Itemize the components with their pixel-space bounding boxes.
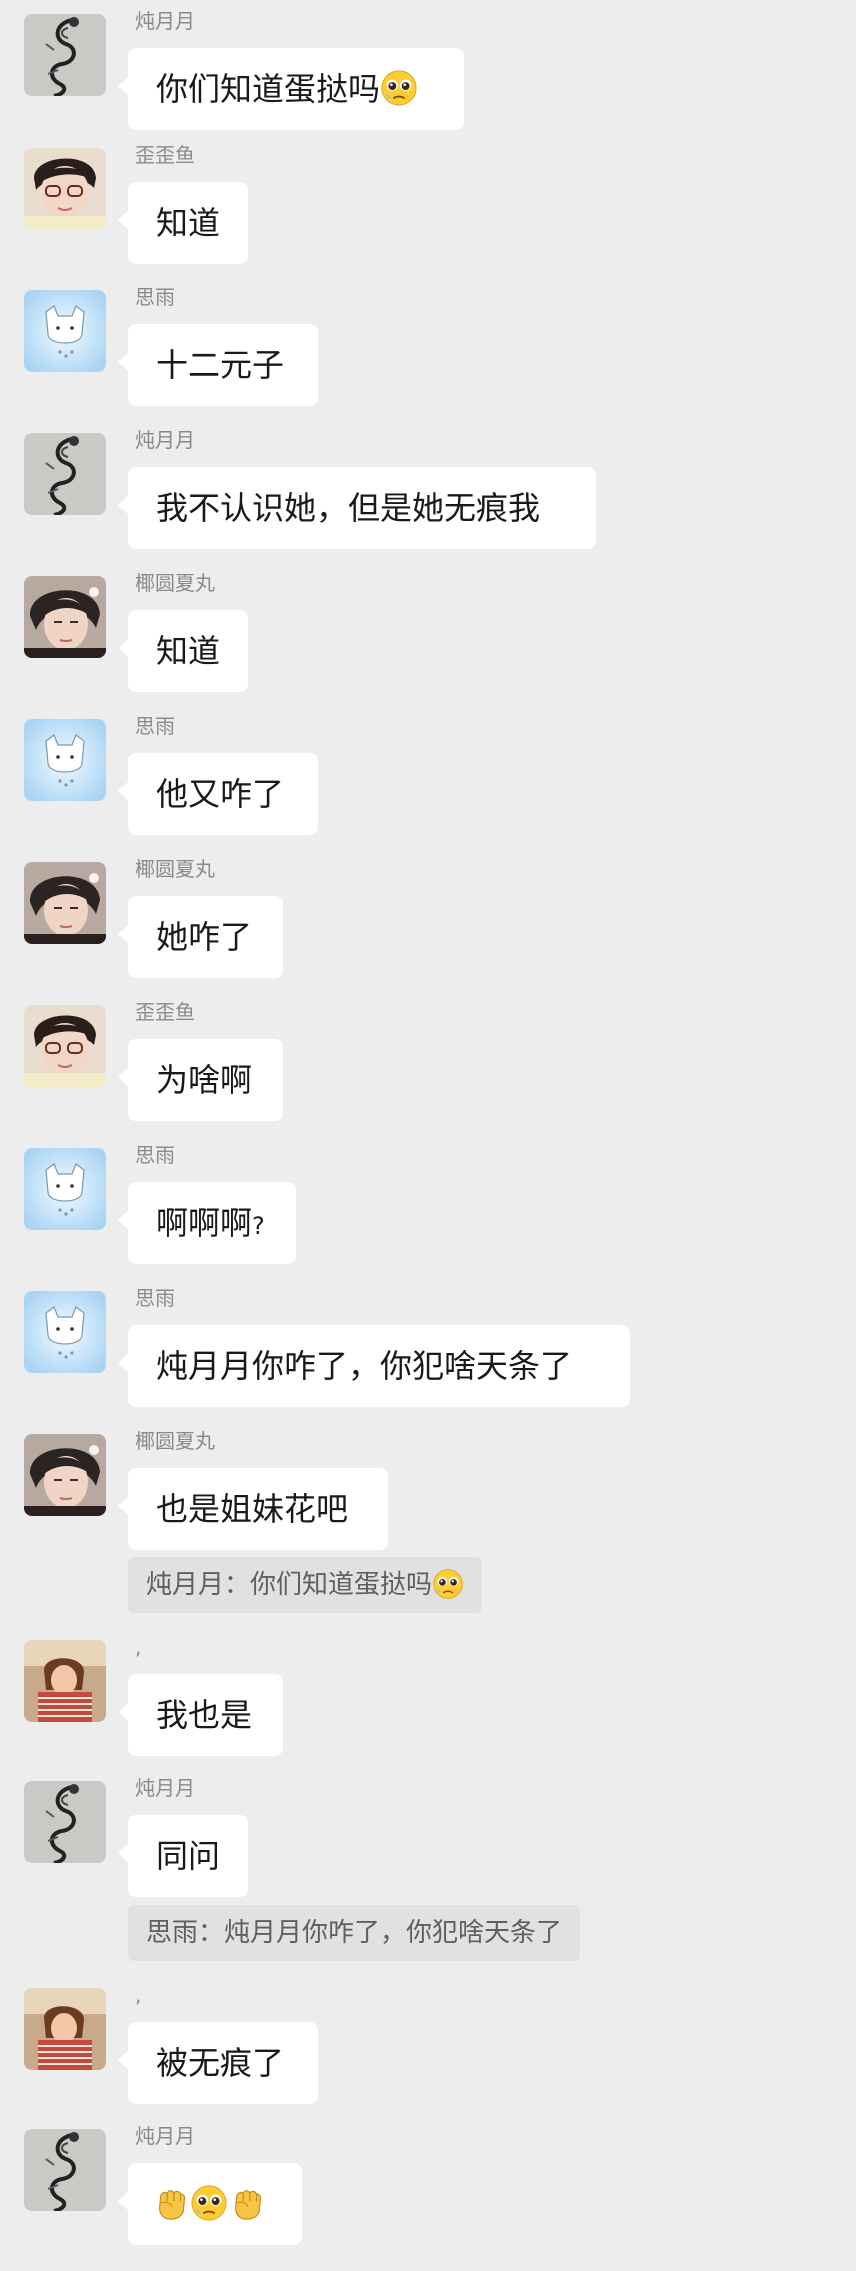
sender-name: 炖月月 bbox=[135, 428, 195, 452]
sender-name: 炖月月 bbox=[135, 1776, 195, 1800]
quoted-message[interactable]: 思雨：炖月月你咋了，你犯啥天条了 bbox=[128, 1905, 581, 1961]
sender-name: 思雨 bbox=[135, 1286, 175, 1310]
message-text: 他又咋了 bbox=[156, 775, 285, 813]
message-bubble[interactable]: 知道 bbox=[118, 182, 248, 264]
avatar[interactable] bbox=[24, 1640, 106, 1722]
pleading-face-icon bbox=[380, 69, 418, 107]
fist-icon bbox=[152, 2184, 190, 2222]
message-suffix: ? bbox=[252, 1212, 265, 1240]
sender-name: 炖月月 bbox=[135, 9, 195, 33]
sender-name: 歪歪鱼 bbox=[135, 143, 195, 167]
quote-text: 炖月月：你们知道蛋挞吗 bbox=[146, 1570, 433, 1600]
avatar[interactable] bbox=[24, 1988, 106, 2070]
avatar[interactable] bbox=[24, 433, 106, 515]
sender-name: 思雨 bbox=[135, 1143, 175, 1167]
avatar[interactable] bbox=[24, 2129, 106, 2211]
message-bubble[interactable]: 炖月月你咋了，你犯啥天条了 bbox=[118, 1325, 630, 1407]
avatar[interactable] bbox=[24, 862, 106, 944]
message-text: 她咋了 bbox=[156, 918, 253, 956]
message-bubble[interactable]: 十二元子 bbox=[118, 324, 318, 406]
message-bubble[interactable]: 你们知道蛋挞吗 bbox=[118, 48, 464, 130]
message-bubble[interactable]: 他又咋了 bbox=[118, 753, 318, 835]
fist-icon bbox=[228, 2184, 266, 2222]
message-text: 知道 bbox=[156, 632, 221, 670]
sender-name: , bbox=[135, 1635, 142, 1659]
sender-name: 歪歪鱼 bbox=[135, 1000, 195, 1024]
message-bubble[interactable]: 我不认识她，但是她无痕我 bbox=[118, 467, 596, 549]
message-bubble[interactable]: 同问 bbox=[118, 1815, 248, 1897]
message-text: 十二元子 bbox=[156, 346, 285, 384]
avatar[interactable] bbox=[24, 1005, 106, 1087]
message-bubble[interactable]: 知道 bbox=[118, 610, 248, 692]
sender-name: 椰圆夏丸 bbox=[135, 857, 215, 881]
avatar[interactable] bbox=[24, 719, 106, 801]
quote-text: 思雨：炖月月你咋了，你犯啥天条了 bbox=[146, 1918, 563, 1948]
message-text: 我不认识她，但是她无痕我 bbox=[156, 489, 541, 527]
sender-name: 炖月月 bbox=[135, 2124, 195, 2148]
sender-name: 思雨 bbox=[135, 285, 175, 309]
message-text: 啊啊啊 bbox=[156, 1204, 253, 1242]
message-bubble[interactable]: 我也是 bbox=[118, 1674, 283, 1756]
avatar[interactable] bbox=[24, 148, 106, 230]
sender-name: , bbox=[135, 1983, 142, 2007]
avatar[interactable] bbox=[24, 1291, 106, 1373]
sender-name: 思雨 bbox=[135, 714, 175, 738]
message-bubble[interactable]: 为啥啊 bbox=[118, 1039, 283, 1121]
quoted-message[interactable]: 炖月月：你们知道蛋挞吗 bbox=[128, 1557, 483, 1613]
message-text: 也是姐妹花吧 bbox=[156, 1490, 349, 1528]
avatar[interactable] bbox=[24, 290, 106, 372]
avatar[interactable] bbox=[24, 1434, 106, 1516]
message-text: 炖月月你咋了，你犯啥天条了 bbox=[156, 1347, 573, 1385]
avatar[interactable] bbox=[24, 14, 106, 96]
avatar[interactable] bbox=[24, 1781, 106, 1863]
sender-name: 椰圆夏丸 bbox=[135, 571, 215, 595]
message-text: 同问 bbox=[156, 1837, 221, 1875]
message-text: 知道 bbox=[156, 204, 221, 242]
message-text: 为啥啊 bbox=[156, 1061, 253, 1099]
message-text: 你们知道蛋挞吗 bbox=[156, 70, 381, 108]
avatar[interactable] bbox=[24, 576, 106, 658]
sender-name: 椰圆夏丸 bbox=[135, 1429, 215, 1453]
avatar[interactable] bbox=[24, 1148, 106, 1230]
message-bubble[interactable]: 啊啊啊? bbox=[118, 1182, 296, 1264]
pleading-face-icon bbox=[190, 2184, 228, 2222]
pleading-face-icon bbox=[432, 1568, 464, 1600]
message-bubble[interactable]: 她咋了 bbox=[118, 896, 283, 978]
message-text: 被无痕了 bbox=[156, 2044, 285, 2082]
message-bubble[interactable]: 被无痕了 bbox=[118, 2022, 318, 2104]
message-text: 我也是 bbox=[156, 1696, 253, 1734]
message-bubble[interactable]: 也是姐妹花吧 bbox=[118, 1468, 388, 1550]
message-bubble[interactable] bbox=[118, 2163, 302, 2245]
